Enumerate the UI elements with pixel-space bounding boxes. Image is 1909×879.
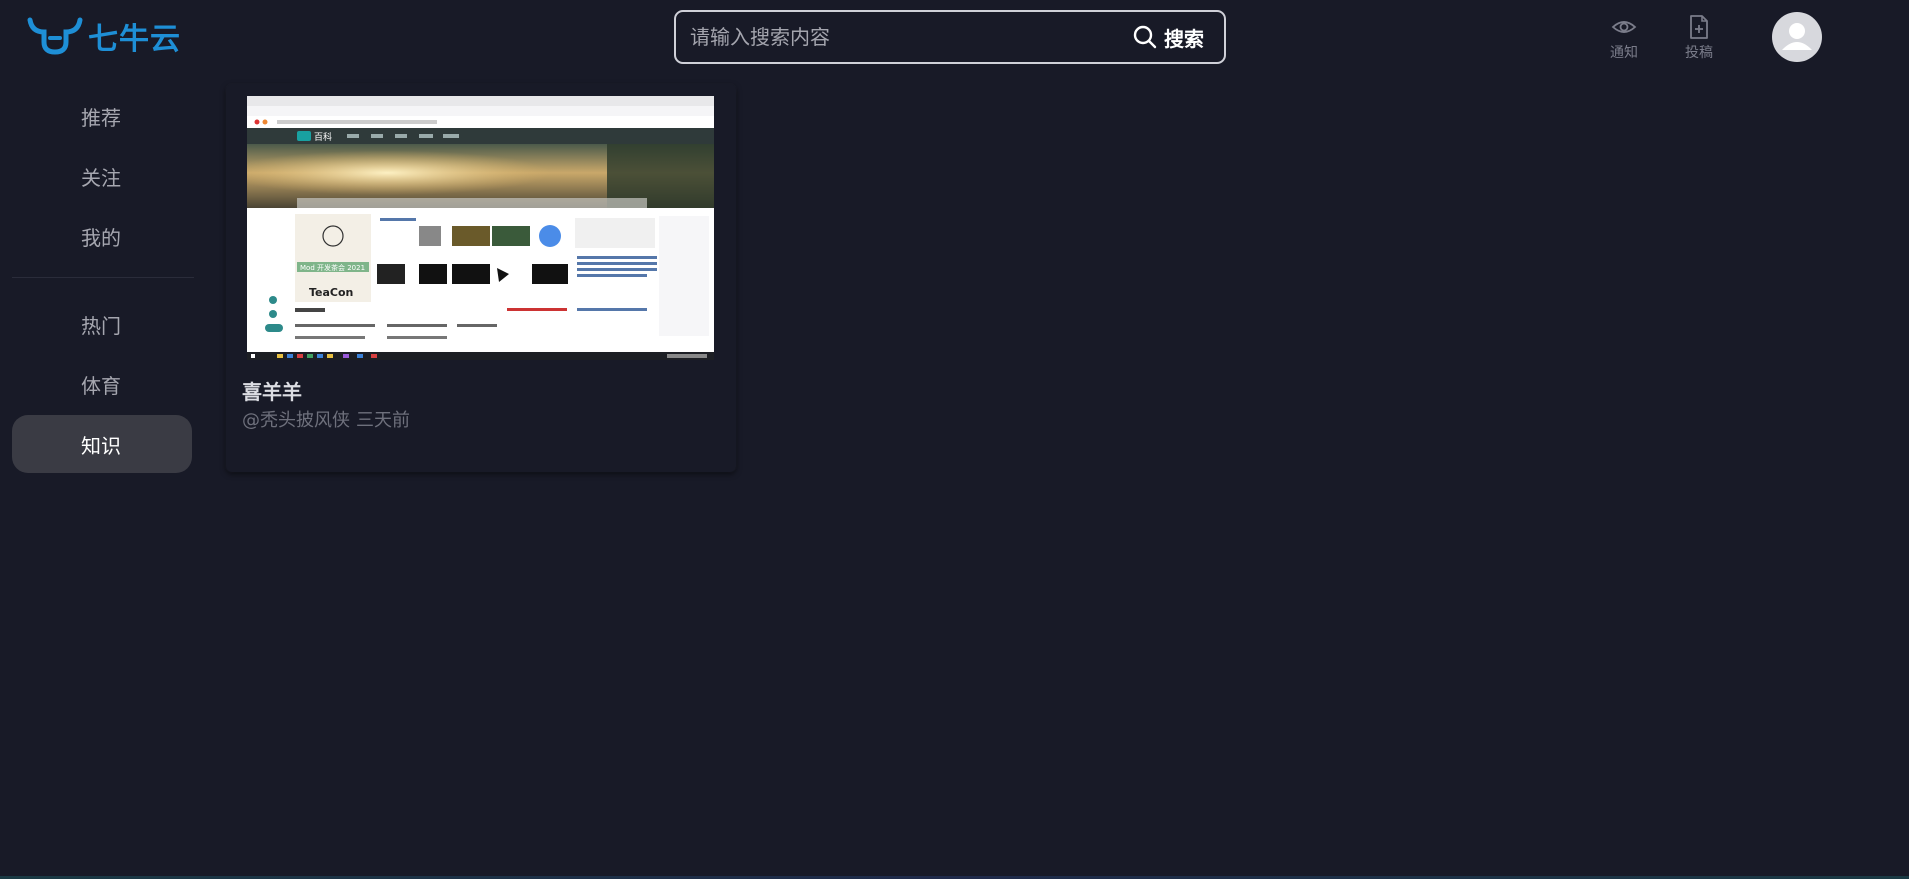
video-card[interactable]: 百科 Mod 开发茶会 2021 TeaCon 喜羊羊 @秃头披风侠 三天前 [226, 84, 736, 472]
top-bar: 七牛云 搜索 通知 投稿 [0, 0, 1909, 76]
sidebar-item-label: 知识 [81, 433, 121, 458]
sidebar-item-sports[interactable]: 体育 [12, 355, 192, 413]
thumbnail-site-name: 百科 [314, 131, 332, 143]
notification-label: 通知 [1610, 45, 1638, 61]
thumbnail-promo-banner: Mod 开发茶会 2021 [300, 263, 365, 272]
sidebar-divider [12, 277, 194, 278]
logo-text: 七牛云 [88, 22, 181, 57]
submit-post-label: 投稿 [1685, 45, 1713, 61]
bull-logo-icon [27, 17, 83, 55]
sidebar-item-hot[interactable]: 热门 [12, 295, 192, 353]
card-author[interactable]: @秃头披风侠 [242, 406, 350, 432]
sidebar-item-label: 体育 [81, 373, 121, 398]
search-icon [1133, 25, 1157, 49]
notification-button[interactable]: 通知 [1594, 14, 1654, 62]
thumbnail-promo-title: TeaCon [309, 286, 353, 299]
logo[interactable]: 七牛云 [26, 14, 181, 58]
sidebar-item-label: 我的 [81, 225, 121, 250]
sidebar: 推荐 关注 我的 热门 体育 知识 [12, 84, 194, 475]
search-bar: 搜索 [674, 10, 1226, 64]
eye-icon [1611, 21, 1637, 33]
search-button[interactable]: 搜索 [1126, 12, 1224, 62]
sidebar-item-knowledge[interactable]: 知识 [12, 415, 192, 473]
card-meta: @秃头披风侠 三天前 [242, 406, 410, 432]
sidebar-item-recommend[interactable]: 推荐 [12, 87, 192, 145]
thumbnail-screenshot: 百科 Mod 开发茶会 2021 TeaCon [247, 96, 714, 360]
sidebar-item-label: 热门 [81, 313, 121, 338]
sidebar-item-label: 推荐 [81, 105, 121, 130]
sidebar-item-mine[interactable]: 我的 [12, 207, 192, 265]
search-input[interactable] [676, 12, 1126, 62]
avatar[interactable] [1772, 12, 1822, 62]
sidebar-item-label: 关注 [81, 165, 121, 190]
user-icon [1782, 23, 1812, 50]
document-plus-icon [1690, 15, 1708, 39]
video-thumbnail[interactable]: 百科 Mod 开发茶会 2021 TeaCon [247, 96, 714, 360]
submit-post-button[interactable]: 投稿 [1669, 14, 1729, 62]
card-time: 三天前 [356, 410, 410, 431]
card-title[interactable]: 喜羊羊 [242, 376, 302, 405]
search-button-label: 搜索 [1164, 26, 1204, 51]
sidebar-item-following[interactable]: 关注 [12, 147, 192, 205]
